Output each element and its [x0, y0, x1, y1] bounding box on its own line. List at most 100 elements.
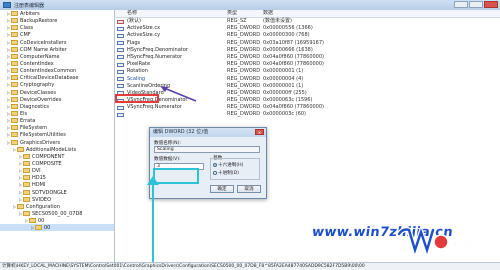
tree-item-label: ComputerName — [20, 53, 60, 60]
folder-icon — [35, 225, 42, 231]
tree-item[interactable]: ▷ GraphicsDrivers — [0, 139, 114, 146]
tree-item[interactable]: ▷ FileSystemUtilities — [0, 131, 114, 138]
tree-item[interactable]: ▷ ContentIndexCommon — [0, 67, 114, 74]
value-type: REG_DWORD — [227, 75, 261, 82]
tree-item[interactable]: ▷ ContentIndex — [0, 60, 114, 67]
tree-item[interactable]: ▷ CoDeviceInstallers — [0, 39, 114, 46]
folder-icon — [17, 203, 24, 209]
tree-item[interactable]: ▷ Diagnostics — [0, 103, 114, 110]
value-row[interactable]: (默认) REG_SZ (数值未设置) — [115, 18, 500, 25]
list-header: 名称 类型 数据 — [115, 10, 500, 18]
tree-item-label: Diagnostics — [20, 103, 50, 110]
tree-item[interactable]: ▷ HD15 — [0, 174, 114, 181]
tree-item-label: DeviceClasses — [20, 89, 56, 96]
tree-item[interactable]: ▷ DeviceClasses — [0, 89, 114, 96]
tree-item[interactable]: ▷ Els — [0, 110, 114, 117]
value-name: ActiveSize.cx — [127, 25, 161, 32]
value-name: HSyncFreq.Denominator — [127, 46, 188, 53]
tree-item[interactable]: ▷ Class — [0, 24, 114, 31]
tree-item[interactable]: ▷ Cryptography — [0, 81, 114, 88]
tree-item[interactable]: ▷ FileSystem — [0, 124, 114, 131]
tree-item[interactable]: ▷ Arbiters — [0, 10, 114, 17]
tree-item[interactable]: ▷ SVIDEO — [0, 196, 114, 203]
tree-item[interactable]: ▷ AdditionalModeLists — [0, 146, 114, 153]
tree-item[interactable]: ▷ CriticalDeviceDatabase — [0, 74, 114, 81]
value-data: 0x03a10f87 (16959167) — [263, 39, 324, 46]
regedit-icon — [3, 2, 11, 8]
value-type: REG_SZ — [227, 18, 247, 24]
value-type: REG_DWORD — [227, 61, 261, 68]
dialog-close-button[interactable]: ✕ — [255, 129, 264, 135]
tree-item-label: CMF — [20, 32, 31, 39]
value-type: REG_DWORD — [227, 68, 261, 75]
value-row[interactable]: REG_DWORD 0x0000003c (60) — [115, 111, 500, 118]
tree-item[interactable]: ▷ CMF — [0, 31, 114, 38]
radio-dec-label: 十进制(D) — [218, 171, 239, 176]
maximize-button[interactable] — [469, 1, 483, 8]
close-button[interactable] — [484, 1, 498, 8]
folder-icon — [23, 196, 30, 202]
value-name: VSyncFreq.Numerator — [127, 104, 182, 111]
data-input-highlight-box — [153, 168, 199, 184]
value-data: 0x00000666 (1638) — [263, 46, 313, 53]
tree-item[interactable]: ▷ Errata — [0, 117, 114, 124]
tree-item-label: CriticalDeviceDatabase — [20, 75, 79, 82]
tree-item[interactable]: ▷ SDTVDONGLE — [0, 189, 114, 196]
value-data: 0x04a0f860 (77860000) — [263, 53, 324, 60]
tree-item[interactable]: ▷ COMPONENT — [0, 153, 114, 160]
radio-dec[interactable]: 十进制(D) — [213, 170, 239, 176]
tree-item[interactable]: ▷ COMPOSITE — [0, 160, 114, 167]
folder-icon — [11, 139, 18, 145]
value-row[interactable]: Rotation REG_DWORD 0x00000001 (1) — [115, 68, 500, 75]
tree-item-label: Cryptography — [20, 82, 55, 89]
folder-icon — [11, 118, 18, 124]
folder-icon — [11, 46, 18, 52]
tree-item[interactable]: ▷ 00 — [0, 217, 114, 224]
header-data[interactable]: 数据 — [263, 10, 273, 17]
value-row[interactable]: HSyncFreq.Denominator REG_DWORD 0x00000666… — [115, 47, 500, 54]
radio-hex-label: 十六进制(H) — [218, 163, 244, 168]
tree-item-label: FileSystem — [20, 125, 48, 132]
tree-item-label: COM Name Arbiter — [20, 46, 67, 53]
tree-item[interactable]: ▷ ComputerName — [0, 53, 114, 60]
value-row[interactable]: ActiveSize.cy REG_DWORD 0x00000300 (768) — [115, 32, 500, 39]
tree-item-label: SECS0500_00_07D8 — [32, 210, 83, 217]
radio-hex[interactable]: 十六进制(H) — [213, 162, 243, 168]
registry-tree[interactable]: ▷ Arbiters ▷ BackupRestore ▷ Class ▷ CMF ▷ CoDevi… — [0, 10, 115, 262]
folder-icon — [11, 60, 18, 66]
ok-button[interactable]: 确定 — [210, 185, 234, 193]
tree-item-label: HDMI — [32, 182, 46, 189]
radio-selected-icon — [213, 162, 217, 167]
header-name[interactable]: 名称 — [127, 10, 137, 17]
value-data: 0x00000001 (1) — [263, 82, 304, 89]
tree-item[interactable]: ▷ HDMI — [0, 181, 114, 188]
value-row[interactable]: HSyncFreq.Numerator REG_DWORD 0x04a0f860 (… — [115, 54, 500, 61]
value-row[interactable]: Scaling REG_DWORD 0x00000004 (4) — [115, 76, 500, 83]
cancel-button[interactable]: 取消 — [237, 185, 261, 193]
value-type: REG_DWORD — [227, 89, 261, 96]
tree-item-label: Arbiters — [20, 11, 40, 17]
tree-item-label: BackupRestore — [20, 18, 58, 25]
tree-item[interactable]: ▷ COM Name Arbiter — [0, 46, 114, 53]
tree-item-label: SVIDEO — [32, 196, 52, 203]
tree-item[interactable]: ▷ Configuration — [0, 203, 114, 210]
minimize-button[interactable] — [454, 1, 468, 8]
value-row[interactable]: ActiveSize.cx REG_DWORD 0x00000556 (1366) — [115, 25, 500, 32]
tree-item-label: ContentIndexCommon — [20, 68, 77, 75]
header-type[interactable]: 类型 — [227, 10, 237, 17]
value-name: PixelRate — [127, 61, 151, 68]
reg-binary-icon — [117, 33, 124, 38]
tree-item[interactable]: ▷ DVI — [0, 167, 114, 174]
value-type: REG_DWORD — [227, 32, 261, 39]
tree-item[interactable]: ▷ SECS0500_00_07D8 — [0, 210, 114, 217]
value-row[interactable]: VSyncFreq.Numerator REG_DWORD 0x04a0f860 (… — [115, 104, 500, 111]
tree-item[interactable]: ▷ DeviceOverrides — [0, 96, 114, 103]
value-row[interactable]: PixelRate REG_DWORD 0x04a0f860 (77860000) — [115, 61, 500, 68]
value-row[interactable]: Flags REG_DWORD 0x03a10f87 (16959167) — [115, 40, 500, 47]
value-type: REG_DWORD — [227, 46, 261, 53]
tree-item-label: AdditionalModeLists — [26, 146, 77, 153]
tree-item[interactable]: ▷ BackupRestore — [0, 17, 114, 24]
value-type: REG_DWORD — [227, 104, 261, 111]
folder-icon — [29, 218, 36, 224]
tree-item[interactable]: ▷ 00 — [0, 224, 114, 232]
